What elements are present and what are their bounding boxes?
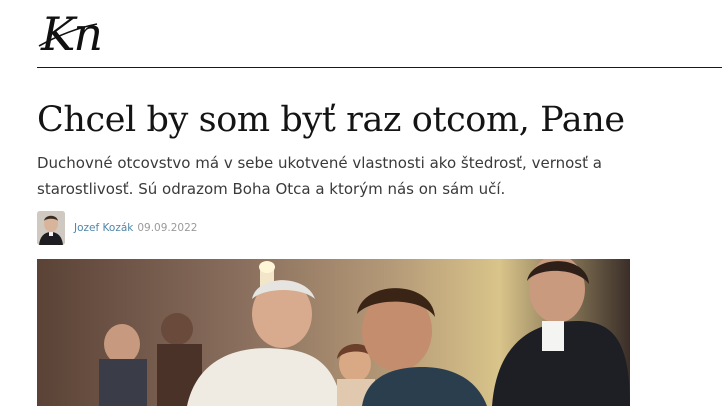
author-avatar[interactable] [37, 211, 65, 245]
logo-text: Kn [41, 7, 103, 61]
article-title: Chcel by som byť raz otcom, Pane [37, 100, 625, 140]
article-hero-image [37, 259, 630, 406]
hero-photo [37, 259, 630, 406]
article-meta: Jozef Kozák 09.09.2022 [37, 211, 197, 245]
author-link[interactable]: Jozef Kozák [74, 222, 133, 234]
site-logo-link[interactable]: Kn [37, 6, 117, 62]
publish-date: 09.09.2022 [137, 222, 198, 234]
site-header: Kn [37, 0, 722, 68]
author-photo [37, 211, 65, 245]
article-perex: Duchovné otcovstvo má v sebe ukotvené vl… [37, 154, 602, 198]
